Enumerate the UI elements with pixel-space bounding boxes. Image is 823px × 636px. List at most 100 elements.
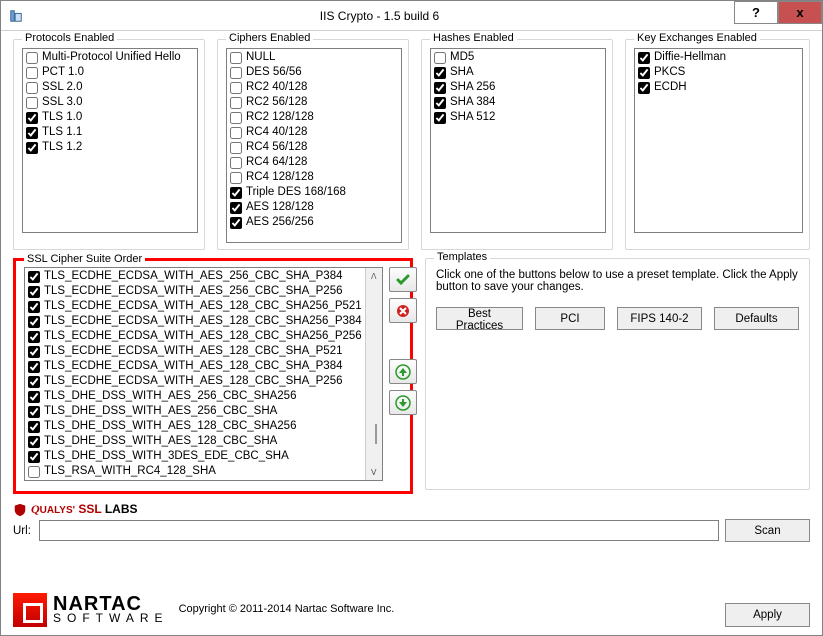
hashes-listbox[interactable]: MD5SHASHA 256SHA 384SHA 512 xyxy=(430,48,606,233)
hash-item[interactable]: SHA 256 xyxy=(432,80,604,95)
close-button[interactable]: x xyxy=(778,1,822,24)
cipher-checkbox[interactable] xyxy=(230,217,242,229)
protocol-item[interactable]: TLS 1.0 xyxy=(24,110,196,125)
hash-checkbox[interactable] xyxy=(434,82,446,94)
protocol-item[interactable]: SSL 2.0 xyxy=(24,80,196,95)
cipher-suite-item[interactable]: TLS_ECDHE_ECDSA_WITH_AES_128_CBC_SHA256_… xyxy=(26,329,364,344)
cipher-suite-checkbox[interactable] xyxy=(28,361,40,373)
keyex-checkbox[interactable] xyxy=(638,82,650,94)
help-button[interactable]: ? xyxy=(734,1,778,24)
cipher-item[interactable]: RC4 64/128 xyxy=(228,155,400,170)
cipher-suite-checkbox[interactable] xyxy=(28,331,40,343)
keyex-checkbox[interactable] xyxy=(638,67,650,79)
scroll-thumb[interactable] xyxy=(375,424,377,444)
defaults-button[interactable]: Defaults xyxy=(714,307,799,330)
protocol-checkbox[interactable] xyxy=(26,67,38,79)
cipher-item[interactable]: RC2 56/128 xyxy=(228,95,400,110)
cipher-checkbox[interactable] xyxy=(230,157,242,169)
cipher-checkbox[interactable] xyxy=(230,142,242,154)
cipher-item[interactable]: DES 56/56 xyxy=(228,65,400,80)
protocol-checkbox[interactable] xyxy=(26,142,38,154)
cipher-checkbox[interactable] xyxy=(230,52,242,64)
cipher-item[interactable]: RC4 56/128 xyxy=(228,140,400,155)
cipher-suite-checkbox[interactable] xyxy=(28,346,40,358)
cancel-button[interactable] xyxy=(389,298,417,323)
cipher-order-listbox[interactable]: TLS_ECDHE_ECDSA_WITH_AES_256_CBC_SHA_P38… xyxy=(24,267,383,481)
cipher-checkbox[interactable] xyxy=(230,187,242,199)
cipher-suite-checkbox[interactable] xyxy=(28,406,40,418)
cipher-item[interactable]: RC2 128/128 xyxy=(228,110,400,125)
protocol-checkbox[interactable] xyxy=(26,112,38,124)
protocol-item[interactable]: TLS 1.1 xyxy=(24,125,196,140)
cipher-suite-item[interactable]: TLS_DHE_DSS_WITH_AES_256_CBC_SHA256 xyxy=(26,389,364,404)
protocol-item[interactable]: PCT 1.0 xyxy=(24,65,196,80)
hash-checkbox[interactable] xyxy=(434,112,446,124)
cipher-suite-checkbox[interactable] xyxy=(28,316,40,328)
protocols-listbox[interactable]: Multi-Protocol Unified HelloPCT 1.0SSL 2… xyxy=(22,48,198,233)
cipher-item[interactable]: NULL xyxy=(228,50,400,65)
cipher-suite-checkbox[interactable] xyxy=(28,451,40,463)
cipher-suite-checkbox[interactable] xyxy=(28,436,40,448)
cipher-suite-checkbox[interactable] xyxy=(28,301,40,313)
accept-button[interactable] xyxy=(389,267,417,292)
cipher-suite-item[interactable]: TLS_DHE_DSS_WITH_AES_256_CBC_SHA xyxy=(26,404,364,419)
keyex-checkbox[interactable] xyxy=(638,52,650,64)
protocol-item[interactable]: SSL 3.0 xyxy=(24,95,196,110)
cipher-suite-checkbox[interactable] xyxy=(28,376,40,388)
cipher-checkbox[interactable] xyxy=(230,172,242,184)
cipher-suite-item[interactable]: TLS_ECDHE_ECDSA_WITH_AES_256_CBC_SHA_P38… xyxy=(26,269,364,284)
cipher-suite-checkbox[interactable] xyxy=(28,466,40,478)
cipher-suite-item[interactable]: TLS_DHE_DSS_WITH_AES_128_CBC_SHA xyxy=(26,434,364,449)
scroll-down-icon[interactable]: ᐯ xyxy=(366,464,382,480)
cipher-item[interactable]: RC4 128/128 xyxy=(228,170,400,185)
ciphers-listbox[interactable]: NULLDES 56/56RC2 40/128RC2 56/128RC2 128… xyxy=(226,48,402,243)
scroll-up-icon[interactable]: ᐱ xyxy=(366,268,382,284)
cipher-checkbox[interactable] xyxy=(230,82,242,94)
cipher-suite-checkbox[interactable] xyxy=(28,421,40,433)
cipher-suite-checkbox[interactable] xyxy=(28,391,40,403)
cipher-checkbox[interactable] xyxy=(230,112,242,124)
cipher-suite-item[interactable]: TLS_ECDHE_ECDSA_WITH_AES_128_CBC_SHA_P38… xyxy=(26,359,364,374)
cipher-suite-item[interactable]: TLS_ECDHE_ECDSA_WITH_AES_128_CBC_SHA256_… xyxy=(26,299,364,314)
cipher-item[interactable]: AES 128/128 xyxy=(228,200,400,215)
hash-item[interactable]: SHA xyxy=(432,65,604,80)
hash-checkbox[interactable] xyxy=(434,67,446,79)
cipher-checkbox[interactable] xyxy=(230,97,242,109)
protocol-checkbox[interactable] xyxy=(26,127,38,139)
cipher-checkbox[interactable] xyxy=(230,202,242,214)
url-input[interactable] xyxy=(39,520,719,541)
best-practices-button[interactable]: Best Practices xyxy=(436,307,523,330)
move-down-button[interactable] xyxy=(389,390,417,415)
protocol-checkbox[interactable] xyxy=(26,52,38,64)
protocol-item[interactable]: TLS 1.2 xyxy=(24,140,196,155)
cipher-item[interactable]: RC4 40/128 xyxy=(228,125,400,140)
keyex-listbox[interactable]: Diffie-HellmanPKCSECDH xyxy=(634,48,803,233)
protocol-checkbox[interactable] xyxy=(26,82,38,94)
cipher-suite-item[interactable]: TLS_DHE_DSS_WITH_3DES_EDE_CBC_SHA xyxy=(26,449,364,464)
fips-button[interactable]: FIPS 140-2 xyxy=(617,307,702,330)
keyex-item[interactable]: ECDH xyxy=(636,80,801,95)
cipher-suite-item[interactable]: TLS_ECDHE_ECDSA_WITH_AES_128_CBC_SHA_P25… xyxy=(26,374,364,389)
hash-item[interactable]: SHA 512 xyxy=(432,110,604,125)
pci-button[interactable]: PCI xyxy=(535,307,605,330)
cipher-suite-item[interactable]: TLS_ECDHE_ECDSA_WITH_AES_128_CBC_SHA_P52… xyxy=(26,344,364,359)
keyex-item[interactable]: Diffie-Hellman xyxy=(636,50,801,65)
cipher-checkbox[interactable] xyxy=(230,127,242,139)
hash-checkbox[interactable] xyxy=(434,52,446,64)
cipher-item[interactable]: RC2 40/128 xyxy=(228,80,400,95)
cipher-suite-checkbox[interactable] xyxy=(28,271,40,283)
cipher-suite-item[interactable]: TLS_ECDHE_ECDSA_WITH_AES_128_CBC_SHA256_… xyxy=(26,314,364,329)
hash-item[interactable]: MD5 xyxy=(432,50,604,65)
scan-button[interactable]: Scan xyxy=(725,519,810,542)
cipher-item[interactable]: AES 256/256 xyxy=(228,215,400,230)
cipher-checkbox[interactable] xyxy=(230,67,242,79)
scrollbar[interactable]: ᐱ ᐯ xyxy=(365,268,382,480)
hash-item[interactable]: SHA 384 xyxy=(432,95,604,110)
protocol-item[interactable]: Multi-Protocol Unified Hello xyxy=(24,50,196,65)
keyex-item[interactable]: PKCS xyxy=(636,65,801,80)
cipher-suite-checkbox[interactable] xyxy=(28,286,40,298)
hash-checkbox[interactable] xyxy=(434,97,446,109)
apply-button[interactable]: Apply xyxy=(725,603,810,627)
protocol-checkbox[interactable] xyxy=(26,97,38,109)
cipher-suite-item[interactable]: TLS_DHE_DSS_WITH_AES_128_CBC_SHA256 xyxy=(26,419,364,434)
